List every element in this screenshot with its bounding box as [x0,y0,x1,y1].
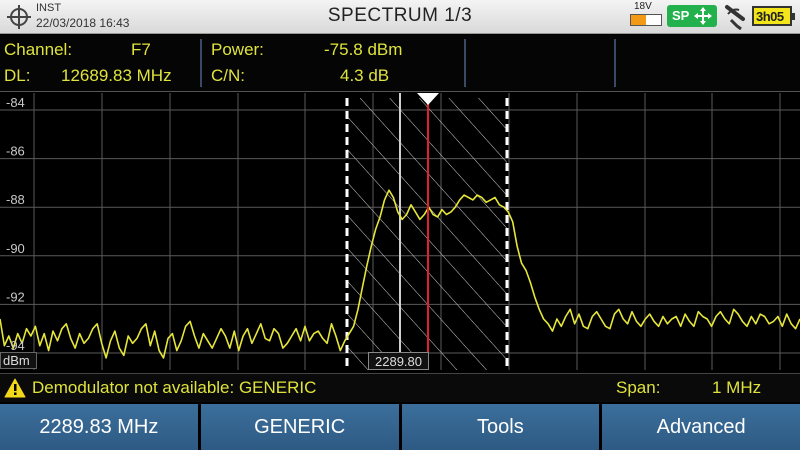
channel-label: Channel: [4,40,73,59]
power-label: Power: [211,40,264,59]
y-tick-label: -94 [6,338,25,353]
measurement-panel: Channel: F7 DL: 12689.83 MHz Power: -75.… [0,35,800,92]
spectrum-chart[interactable]: -84 -86 -88 -90 -92 -94 [0,93,800,370]
lnb-level-fill [631,15,646,25]
battery-time: 3h05 [756,9,784,24]
cn-value: 4.3 dB [340,66,390,85]
frequency-softkey[interactable]: 2289.83 MHz [0,404,198,450]
cn-label: C/N: [211,66,245,85]
channel-value: F7 [131,40,151,59]
span-value: 1 MHz [712,378,762,397]
battery-icon: 3h05 [752,6,795,26]
move-arrows-icon [694,7,712,25]
spectrum-plot[interactable]: -84 -86 -88 -90 -92 -94 dBm 2289.80 [0,93,800,370]
y-unit-label: dBm [0,352,37,369]
y-tick-label: -86 [6,144,25,159]
lnb-level-bar [630,14,662,26]
tools-softkey[interactable]: Tools [401,404,600,450]
y-tick-label: -84 [6,95,25,110]
softkey-bar: 2289.83 MHz GENERIC Tools Advanced [0,404,800,450]
marker-frequency-label: 2289.80 [368,352,429,370]
y-tick-label: -92 [6,289,25,304]
y-tick-label: -90 [6,241,25,256]
warning-icon [4,378,26,398]
status-bar: INST 22/03/2018 16:43 SPECTRUM 1/3 18V S… [0,0,800,34]
advanced-softkey[interactable]: Advanced [602,404,800,450]
sp-badge-label: SP [672,8,690,23]
antenna-icon [725,5,745,30]
y-tick-label: -88 [6,192,25,207]
signal-type-softkey[interactable]: GENERIC [200,404,399,450]
dl-label: DL: [4,66,31,85]
power-value: -75.8 dBm [324,40,403,59]
dl-value: 12689.83 MHz [61,66,172,85]
warning-bar: Demodulator not available: GENERIC Span:… [0,373,800,402]
lnb-voltage: 18V [634,1,652,12]
sp-badge[interactable]: SP [667,5,717,27]
span-label: Span: [616,378,661,397]
warning-text: Demodulator not available: GENERIC [32,378,317,397]
